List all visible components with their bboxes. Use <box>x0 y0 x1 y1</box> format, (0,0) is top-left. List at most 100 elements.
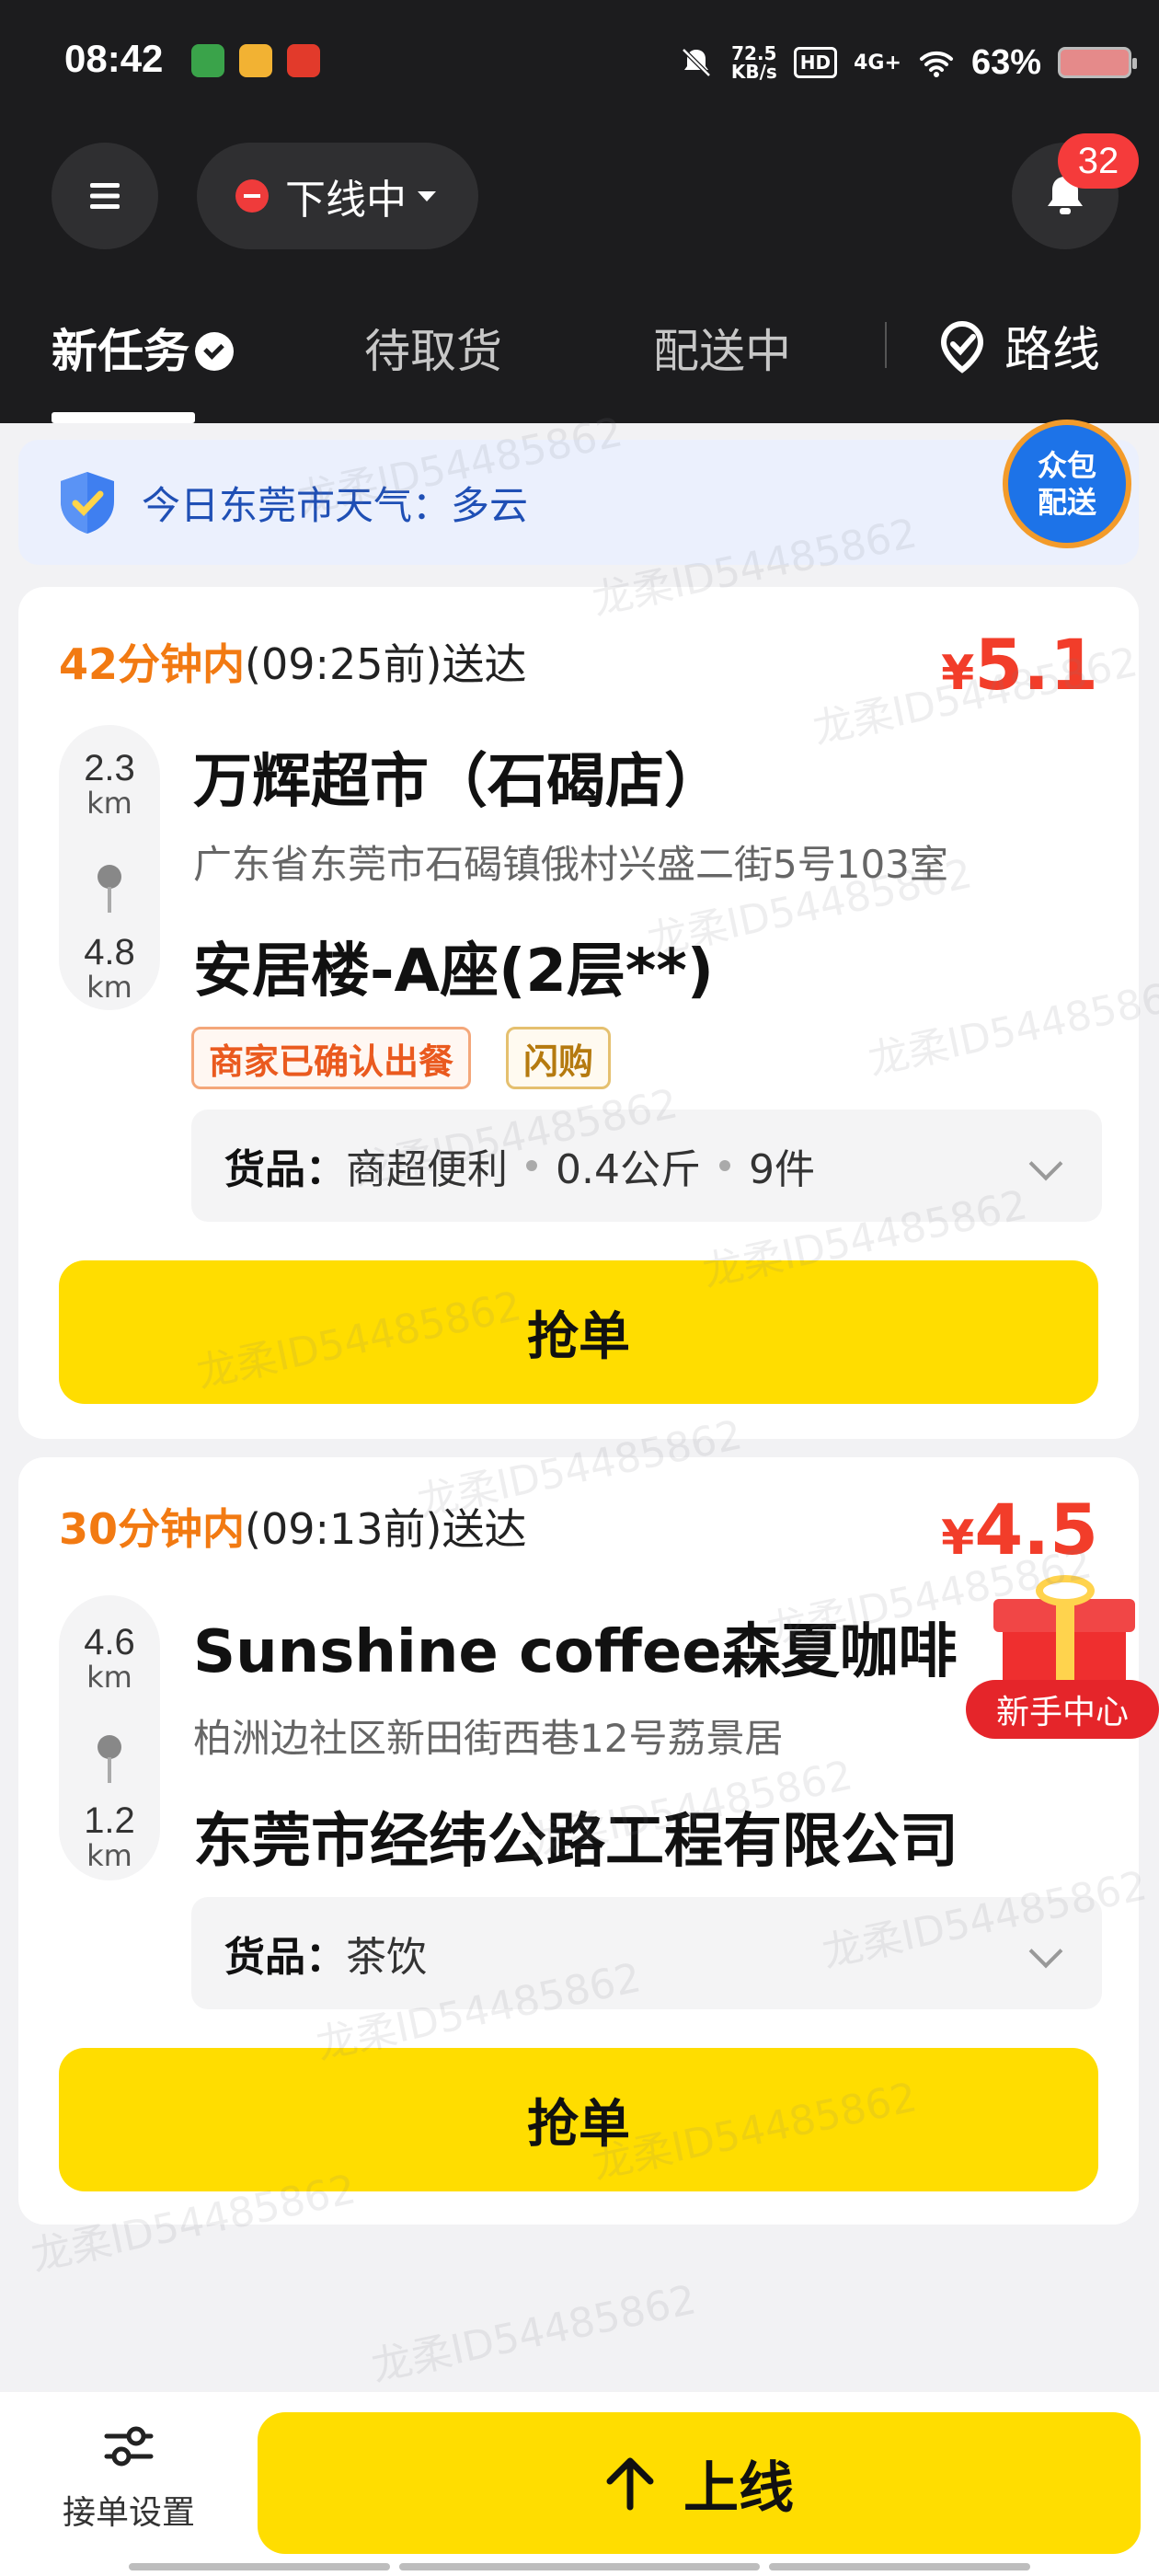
mute-bell-icon <box>682 48 711 77</box>
task-tabs: 新任务 待取货 配送中 路线 <box>0 294 1159 423</box>
pickup-distance-unit: km <box>86 1660 132 1695</box>
caret-down-icon <box>418 190 436 201</box>
arrow-up-icon <box>606 2457 654 2511</box>
grab-order-button[interactable]: 抢单 <box>59 2048 1098 2191</box>
tab-delivering[interactable]: 配送中 <box>653 315 791 381</box>
status-icons: 72.5 KB/s HD 4G+ 63% <box>678 35 1137 90</box>
tag-merchant-confirmed: 商家已确认出餐 <box>191 1027 472 1089</box>
dot-separator <box>526 1160 537 1171</box>
delivery-deadline: 42分钟内(09:25前)送达 <box>59 631 526 692</box>
pickup-distance-unit: km <box>86 786 132 821</box>
menu-button[interactable] <box>52 143 158 249</box>
route-pin-icon <box>98 865 121 913</box>
price-value: 4.5 <box>974 1489 1098 1570</box>
chevron-down-icon <box>1028 1934 1063 1969</box>
order-price: ¥5.1 <box>941 624 1098 706</box>
hamburger-icon <box>90 183 120 209</box>
weather-text: 今日东莞市天气：多云 <box>142 482 529 528</box>
active-tab-indicator <box>52 412 195 423</box>
price-currency: ¥ <box>941 646 975 701</box>
shop-name: Sunshine coffee森夏咖啡 <box>193 1618 958 1686</box>
weather-notice: 今日东莞市天气：多云 <box>18 440 1139 565</box>
tab-route-label: 路线 <box>1004 323 1101 378</box>
chevron-down-icon <box>1028 1146 1063 1181</box>
top-header: 08:42 72.5 KB/s HD 4G+ 63% 下线中 32 新任务 待取… <box>0 0 1159 423</box>
net-speed-value: 72.5 <box>731 42 777 64</box>
goods-summary[interactable]: 货品： 商超便利 0.4公斤 9件 <box>191 1110 1102 1222</box>
destination-name: 安居楼-A座(2层**) <box>193 937 715 1006</box>
crowd-delivery-badge[interactable]: 众包 配送 <box>1003 420 1131 548</box>
grab-order-button[interactable]: 抢单 <box>59 1260 1098 1404</box>
destination-name: 东莞市经纬公路工程有限公司 <box>193 1808 958 1876</box>
goods-label: 货品： <box>224 1934 346 1981</box>
net-speed-unit: KB/s <box>730 61 777 83</box>
goods-weight: 0.4公斤 <box>556 1146 701 1193</box>
route-pin-icon <box>940 320 984 374</box>
tab-divider <box>885 322 887 368</box>
app-notification-icon <box>239 44 272 77</box>
gift-bow <box>1036 1575 1095 1606</box>
order-card: 42分钟内(09:25前)送达 ¥5.1 2.3 km 4.8 km 万辉超市（… <box>18 587 1139 1439</box>
battery-level: 63% <box>970 42 1041 82</box>
net-speed: 72.5 KB/s <box>731 44 777 81</box>
status-bar: 08:42 72.5 KB/s HD 4G+ 63% <box>0 0 1159 124</box>
notification-count-badge: 32 <box>1058 133 1139 189</box>
home-indicator <box>399 2563 760 2570</box>
pickup-distance: 4.6 km <box>59 1623 160 1693</box>
tab-new-tasks[interactable]: 新任务 <box>52 315 234 381</box>
status-time: 08:42 <box>64 37 164 80</box>
pickup-distance-value: 4.6 <box>84 1622 135 1662</box>
online-status-dropdown[interactable]: 下线中 <box>197 143 478 249</box>
wifi-icon <box>919 51 953 77</box>
tab-pending-pickup[interactable]: 待取货 <box>364 315 502 381</box>
newbie-center-button[interactable]: 新手中心 <box>966 1571 1159 1739</box>
dropoff-distance: 4.8 km <box>59 933 160 1003</box>
tab-new-tasks-label: 新任务 <box>52 325 189 378</box>
offline-status-icon <box>235 179 269 213</box>
deadline-minutes: 42分钟内 <box>59 639 246 689</box>
goods-category: 商超便利 <box>346 1146 508 1193</box>
delivery-deadline: 30分钟内(09:13前)送达 <box>59 1496 526 1557</box>
settings-sliders-icon <box>104 2426 154 2467</box>
deadline-time: (09:13前)送达 <box>245 1504 527 1554</box>
shop-address: 广东省东莞市石碣镇俄村兴盛二街5号103室 <box>193 842 948 887</box>
goods-count: 9件 <box>748 1146 815 1193</box>
home-indicator <box>769 2563 1030 2570</box>
dropoff-distance-unit: km <box>86 1838 132 1873</box>
shop-name: 万辉超市（石碣店） <box>193 748 723 816</box>
price-value: 5.1 <box>974 624 1098 706</box>
pickup-distance: 2.3 km <box>59 749 160 819</box>
dropoff-distance: 1.2 km <box>59 1801 160 1871</box>
shop-address: 柏洲边社区新田街西巷12号荔景居 <box>193 1716 784 1761</box>
deadline-minutes: 30分钟内 <box>59 1504 246 1554</box>
dropoff-distance-unit: km <box>86 970 132 1005</box>
tag-flash-buy: 闪购 <box>506 1027 612 1089</box>
app-notification-icon <box>191 44 224 77</box>
go-online-button[interactable]: 上线 <box>258 2412 1141 2554</box>
battery-icon <box>1058 47 1137 78</box>
order-settings-button[interactable]: 接单设置 <box>37 2420 221 2567</box>
dropoff-distance-value: 4.8 <box>84 932 135 972</box>
go-online-label: 上线 <box>683 2455 794 2521</box>
dropoff-distance-value: 1.2 <box>84 1800 135 1841</box>
shield-check-icon <box>61 472 114 534</box>
dot-separator <box>718 1160 730 1171</box>
deadline-time: (09:25前)送达 <box>245 639 527 689</box>
goods-category: 茶饮 <box>346 1934 427 1981</box>
tab-route[interactable]: 路线 <box>935 311 1100 380</box>
signal-icon: 4G+ <box>854 51 901 75</box>
bottom-bar: 接单设置 上线 <box>0 2392 1159 2576</box>
watermark: 龙柔ID54485862 <box>367 2276 701 2391</box>
crowd-badge-line1: 众包 <box>1037 448 1096 483</box>
goods-summary[interactable]: 货品： 茶饮 <box>191 1897 1102 2009</box>
online-status-label: 下线中 <box>285 177 407 224</box>
pickup-distance-value: 2.3 <box>84 748 135 788</box>
newbie-center-label: 新手中心 <box>966 1680 1159 1739</box>
hd-icon: HD <box>793 47 838 78</box>
check-circle-icon <box>195 331 234 371</box>
order-settings-label: 接单设置 <box>62 2494 195 2532</box>
route-pin-icon <box>98 1735 121 1783</box>
home-indicator <box>129 2563 390 2570</box>
crowd-badge-line2: 配送 <box>1037 485 1096 520</box>
price-currency: ¥ <box>941 1511 975 1566</box>
